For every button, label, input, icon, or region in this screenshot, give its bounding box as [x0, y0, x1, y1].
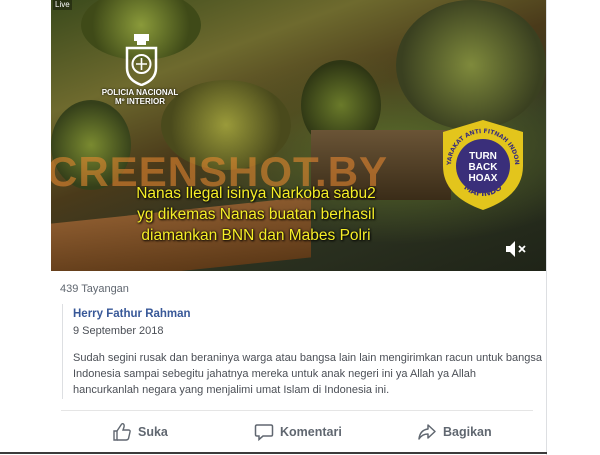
volume-muted-icon[interactable] [505, 240, 527, 258]
card-border [546, 0, 547, 455]
svg-text:BACK: BACK [469, 162, 499, 173]
police-label: POLICIA NACIONAL Mº INTERIOR [101, 88, 179, 106]
turn-back-hoax-badge-icon: MASYARAKAT ANTI FITNAH INDONESIA MAFINDO… [437, 118, 523, 210]
comment-label: Komentari [280, 425, 342, 439]
police-crest-icon [125, 34, 158, 86]
card-bottom-border [0, 452, 547, 454]
thumbs-up-icon [113, 422, 131, 441]
like-label: Suka [138, 425, 168, 439]
pineapple-shape [396, 0, 546, 130]
svg-text:HOAX: HOAX [469, 173, 498, 184]
screenshot-watermark: SCREENSHOT.BY [51, 148, 389, 195]
view-count: 439 Tayangan [60, 283, 129, 295]
post-body: Sudah segini rusak dan beraninya warga a… [73, 352, 543, 396]
post-date[interactable]: 9 September 2018 [73, 325, 164, 337]
comment-button[interactable]: Komentari [254, 421, 342, 443]
divider [61, 410, 533, 411]
video-player[interactable]: Live POLICIA NACIONAL Mº INTERIOR Nanas … [51, 0, 546, 271]
author-link[interactable]: Herry Fathur Rahman [73, 308, 191, 320]
like-button[interactable]: Suka [112, 421, 168, 443]
live-tag: Live [53, 0, 72, 10]
quote-bar [62, 304, 63, 399]
facebook-post-card: Live POLICIA NACIONAL Mº INTERIOR Nanas … [51, 0, 547, 455]
share-icon [418, 424, 436, 440]
share-label: Bagikan [443, 425, 492, 439]
share-button[interactable]: Bagikan [417, 421, 492, 443]
svg-text:TURN: TURN [469, 151, 497, 162]
comment-icon [254, 424, 274, 442]
